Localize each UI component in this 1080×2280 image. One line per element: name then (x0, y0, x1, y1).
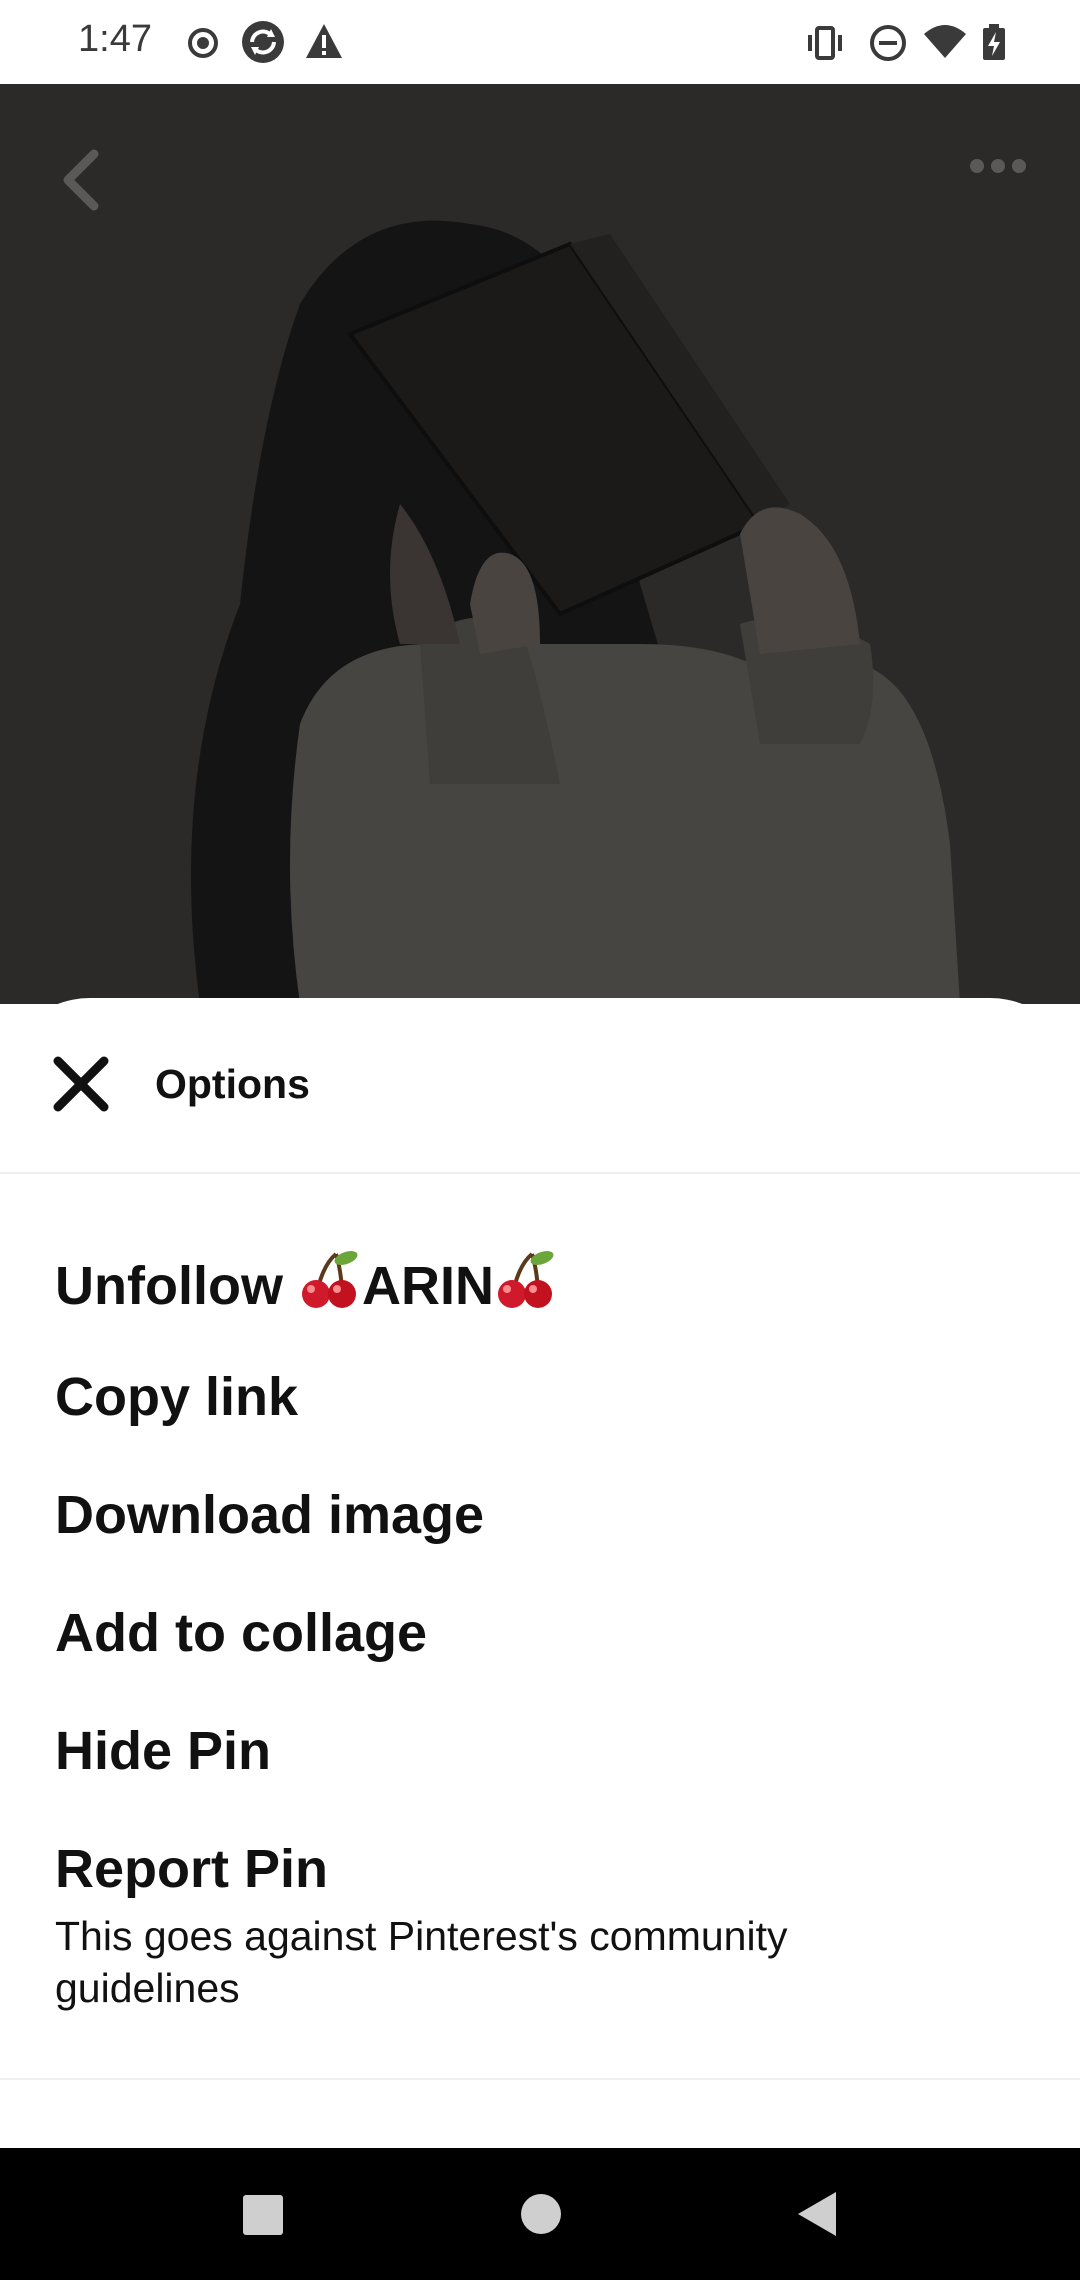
unfollow-label: Unfollow (55, 1256, 298, 1316)
home-circle-icon[interactable] (520, 2193, 562, 2235)
unfollow-option[interactable]: Unfollow ARIN (55, 1248, 558, 1317)
battery-charging-icon (983, 24, 1005, 60)
record-icon (188, 28, 218, 58)
close-icon[interactable] (52, 1055, 110, 1113)
vibrate-icon (808, 26, 842, 60)
status-time: 1:47 (78, 18, 152, 60)
pin-illustration (0, 84, 1080, 1004)
hide-pin-option[interactable]: Hide Pin (55, 1720, 271, 1782)
sheet-header: Options (0, 998, 1080, 1174)
add-to-collage-option[interactable]: Add to collage (55, 1602, 427, 1664)
status-bar: 1:47 (0, 0, 1080, 84)
sheet-divider (0, 2078, 1080, 2080)
recents-square-icon[interactable] (241, 2193, 285, 2237)
pin-image (0, 84, 1080, 1004)
unfollow-name: ARIN (361, 1256, 494, 1316)
cherry-icon (497, 1251, 554, 1308)
more-horizontal-icon[interactable] (968, 154, 1028, 178)
back-chevron-icon[interactable] (58, 148, 102, 212)
report-pin-description: This goes against Pinterest's community … (55, 1913, 788, 2011)
navigation-bar (0, 2148, 1080, 2280)
sheet-title: Options (155, 1061, 310, 1107)
sync-icon (242, 21, 284, 63)
do-not-disturb-icon (870, 25, 906, 61)
back-triangle-icon[interactable] (796, 2190, 838, 2238)
cherry-icon (301, 1251, 358, 1308)
warning-icon (306, 24, 342, 58)
copy-link-option[interactable]: Copy link (55, 1366, 298, 1428)
report-pin-option[interactable]: Report Pin (55, 1838, 328, 1900)
wifi-icon (924, 25, 966, 58)
download-image-option[interactable]: Download image (55, 1484, 484, 1546)
options-sheet: Options Unfollow ARIN Copy link Download… (0, 998, 1080, 2148)
